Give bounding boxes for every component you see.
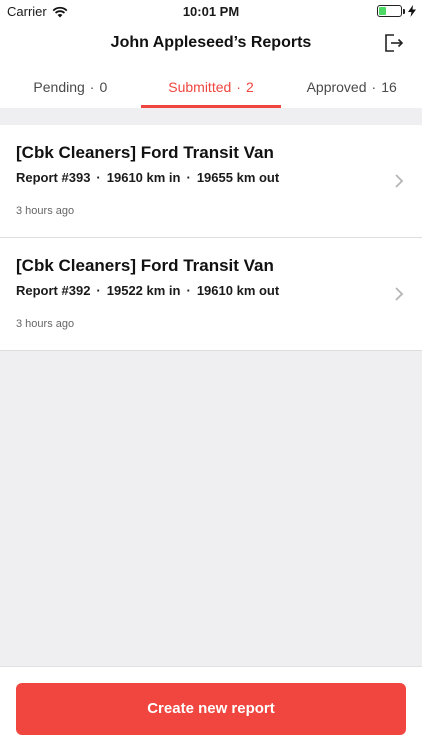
tab-pending[interactable]: Pending · 0	[0, 66, 141, 108]
battery-cap	[403, 8, 405, 14]
report-list: [Cbk Cleaners] Ford Transit Van Report #…	[0, 125, 422, 351]
km-in: 19522 km in	[106, 283, 181, 298]
report-time: 3 hours ago	[16, 318, 75, 330]
tab-separator: ·	[89, 79, 95, 95]
report-row[interactable]: [Cbk Cleaners] Ford Transit Van Report #…	[0, 125, 422, 238]
km-in: 19610 km in	[106, 170, 181, 185]
tab-separator: ·	[371, 79, 377, 95]
battery-level	[379, 7, 387, 15]
status-right	[377, 5, 416, 17]
separator-dot: ·	[186, 283, 191, 298]
report-details: Report #393 · 19610 km in · 19655 km out	[16, 170, 279, 185]
tab-label: Pending	[33, 79, 85, 95]
tab-count: 2	[245, 79, 254, 95]
charging-icon	[408, 5, 416, 17]
status-bar: Carrier 10:01 PM	[0, 0, 422, 22]
report-number: Report #393	[16, 170, 91, 185]
tab-approved[interactable]: Approved · 16	[281, 66, 422, 108]
km-out: 19610 km out	[196, 283, 280, 298]
report-details: Report #392 · 19522 km in · 19610 km out	[16, 283, 279, 298]
separator-dot: ·	[186, 170, 191, 185]
nav-header: John Appleseed’s Reports	[0, 22, 422, 66]
create-report-button[interactable]: Create new report	[16, 683, 406, 735]
km-out: 19655 km out	[196, 170, 280, 185]
tab-bar: Pending · 0 Submitted · 2 Approved · 16	[0, 66, 422, 108]
status-time: 10:01 PM	[182, 4, 240, 19]
report-number: Report #392	[16, 283, 91, 298]
tab-submitted[interactable]: Submitted · 2	[140, 66, 282, 108]
report-title: [Cbk Cleaners] Ford Transit Van	[16, 143, 274, 162]
tab-count: 0	[99, 79, 108, 95]
chevron-right-icon	[395, 174, 404, 188]
report-title: [Cbk Cleaners] Ford Transit Van	[16, 256, 274, 275]
separator-dot: ·	[96, 283, 101, 298]
tab-label: Approved	[306, 79, 367, 95]
report-time: 3 hours ago	[16, 205, 75, 217]
separator-dot: ·	[96, 170, 101, 185]
tab-label: Submitted	[168, 79, 232, 95]
report-row[interactable]: [Cbk Cleaners] Ford Transit Van Report #…	[0, 238, 422, 351]
tab-separator: ·	[236, 79, 241, 95]
battery-icon	[377, 5, 402, 17]
page-title: John Appleseed’s Reports	[110, 34, 312, 51]
chevron-right-icon	[395, 287, 404, 301]
logout-icon[interactable]	[382, 32, 404, 54]
footer: Create new report	[0, 666, 422, 750]
tab-count: 16	[381, 79, 397, 95]
